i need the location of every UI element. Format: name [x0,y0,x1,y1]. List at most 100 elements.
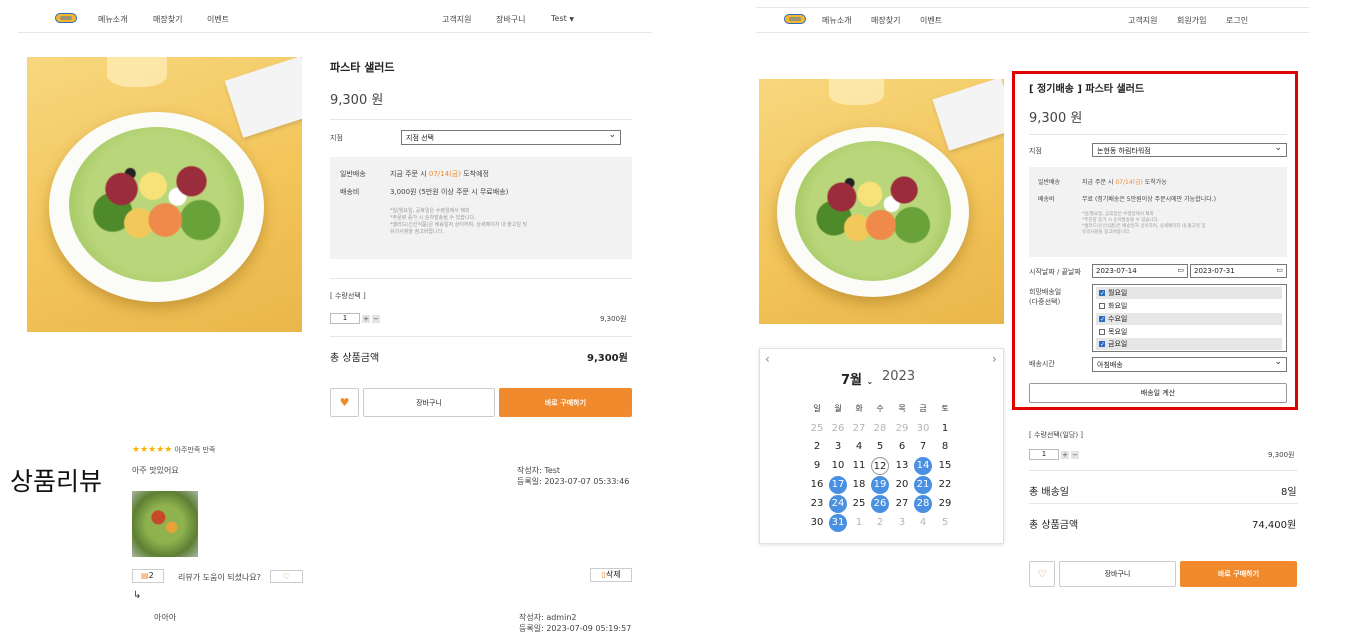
calendar-day[interactable]: 3 [829,438,847,456]
calendar-day[interactable]: 28 [871,420,889,438]
qty-minus-button[interactable]: − [372,314,380,323]
calendar-day[interactable]: 30 [914,420,932,438]
wishlist-button[interactable]: ♡ [1029,561,1055,587]
calendar-day[interactable]: 5 [871,438,889,456]
calendar-day[interactable]: 27 [850,420,868,438]
nav-login[interactable]: 로그인 [1226,16,1248,25]
delivery-notes: *일/월요일, 공휴일은 수령일에서 제외 *주문량 증가 시 순차발송될 수 … [390,208,527,236]
buy-now-button[interactable]: 바로 구매하기 [1180,561,1297,587]
day-option-tue[interactable]: 화요일 [1096,300,1282,312]
calendar-day[interactable]: 1 [850,514,868,532]
review-heading: 상품리뷰 [10,467,103,496]
delivery-time-select[interactable]: 아침배송 [1092,357,1287,372]
calendar-day[interactable]: 4 [850,438,868,456]
calendar-day[interactable]: 25 [850,495,868,513]
calendar-day[interactable]: 16 [808,476,826,494]
buy-now-button[interactable]: 바로 구매하기 [499,388,632,417]
calendar-day[interactable]: 1 [936,420,954,438]
nav-store[interactable]: 매장찾기 [153,15,182,24]
calendar-prev-button[interactable]: ‹ [765,352,770,366]
cart-button[interactable]: 장바구니 [363,388,495,417]
nav-store[interactable]: 매장찾기 [871,16,900,25]
calendar-weekday: 목 [898,404,906,413]
nav-menu[interactable]: 메뉴소개 [98,15,127,24]
calendar-day[interactable]: 8 [936,438,954,456]
day-option-label: 수요일 [1108,315,1128,323]
day-option-thu[interactable]: 목요일 [1096,326,1282,338]
calendar-day[interactable]: 31 [829,514,847,532]
end-date-input[interactable]: 2023-07-31 ▭ [1190,264,1287,278]
helpful-like-button[interactable]: ♡ [270,570,303,583]
calendar-day[interactable]: 19 [871,476,889,494]
calendar-day[interactable]: 15 [936,457,954,475]
day-option-mon[interactable]: ✓ 월요일 [1096,287,1282,299]
calendar-icon: ▭ [1177,266,1184,274]
calendar-day[interactable]: 12 [871,457,889,475]
delivery-text-pre: 지금 주문 시 [390,170,427,178]
calendar-day[interactable]: 7 [914,438,932,456]
header-divider [18,32,652,33]
calendar-day[interactable]: 30 [808,514,826,532]
calculate-delivery-button[interactable]: 배송일 계산 [1029,383,1287,403]
qty-input[interactable]: 1 [1029,449,1059,460]
calendar-day[interactable]: 25 [808,420,826,438]
calendar-day[interactable]: 13 [893,457,911,475]
calendar-day[interactable]: 26 [871,495,889,513]
calendar-month-select[interactable]: 7월 ⌄ [841,369,873,388]
calendar-day[interactable]: 11 [850,457,868,475]
calendar-next-button[interactable]: › [992,352,997,366]
calendar-day[interactable]: 26 [829,420,847,438]
nav-support[interactable]: 고객지원 [442,15,471,24]
comment-count-button[interactable]: ▤2 [132,569,164,583]
calendar-day[interactable]: 6 [893,438,911,456]
brand-logo[interactable] [784,14,806,24]
cart-button[interactable]: 장바구니 [1059,561,1176,587]
calendar-day[interactable]: 21 [914,476,932,494]
branch-select[interactable]: 논현동 하림타워점 [1092,143,1287,157]
calendar-day[interactable]: 4 [914,514,932,532]
day-option-wed[interactable]: ✓ 수요일 [1096,313,1282,325]
day-option-label: 목요일 [1108,328,1128,336]
qty-input[interactable]: 1 [330,313,360,324]
calendar-day[interactable]: 3 [893,514,911,532]
calendar-day[interactable]: 2 [871,514,889,532]
nav-signup[interactable]: 회원가입 [1177,16,1206,25]
nav-event[interactable]: 이벤트 [207,15,229,24]
calendar-day[interactable]: 28 [914,495,932,513]
brand-logo[interactable] [55,13,77,23]
calendar-day[interactable]: 23 [808,495,826,513]
calendar-day[interactable]: 17 [829,476,847,494]
calendar-day[interactable]: 18 [850,476,868,494]
calendar-day[interactable]: 29 [936,495,954,513]
branch-select[interactable]: 지점 선택 [401,130,621,145]
qty-plus-button[interactable]: + [362,314,370,323]
review-photo[interactable] [132,491,198,557]
calendar-day[interactable]: 14 [914,457,932,475]
calendar-day[interactable]: 24 [829,495,847,513]
start-date-input[interactable]: 2023-07-14 ▭ [1092,264,1188,278]
calendar-day[interactable]: 29 [893,420,911,438]
nav-support[interactable]: 고객지원 [1128,16,1157,25]
nav-menu[interactable]: 메뉴소개 [822,16,851,25]
calendar-day[interactable]: 10 [829,457,847,475]
calendar-day[interactable]: 9 [808,457,826,475]
heart-icon: ♥ [339,396,350,409]
product-title: [ 정기배송 ] 파스타 샐러드 [1029,84,1145,95]
qty-plus-button[interactable]: + [1061,450,1069,459]
calendar-day[interactable]: 27 [893,495,911,513]
calendar-day[interactable]: 2 [808,438,826,456]
calendar-weekday: 일 [813,404,821,413]
qty-minus-button[interactable]: − [1071,450,1079,459]
calendar-weekday: 월 [834,404,842,413]
calendar-day[interactable]: 5 [936,514,954,532]
nav-event[interactable]: 이벤트 [920,16,942,25]
wishlist-button[interactable]: ♥ [330,388,359,417]
nav-cart[interactable]: 장바구니 [496,15,525,24]
total-value: 74,400원 [1252,520,1297,531]
calendar-day[interactable]: 22 [936,476,954,494]
calendar-day[interactable]: 20 [893,476,911,494]
review-delete-button[interactable]: ▯삭제 [590,568,632,582]
nav-user-menu[interactable]: Test ▼ [551,14,574,23]
calendar-year[interactable]: 2023 [882,369,915,384]
day-option-fri[interactable]: ✓ 금요일 [1096,338,1282,350]
